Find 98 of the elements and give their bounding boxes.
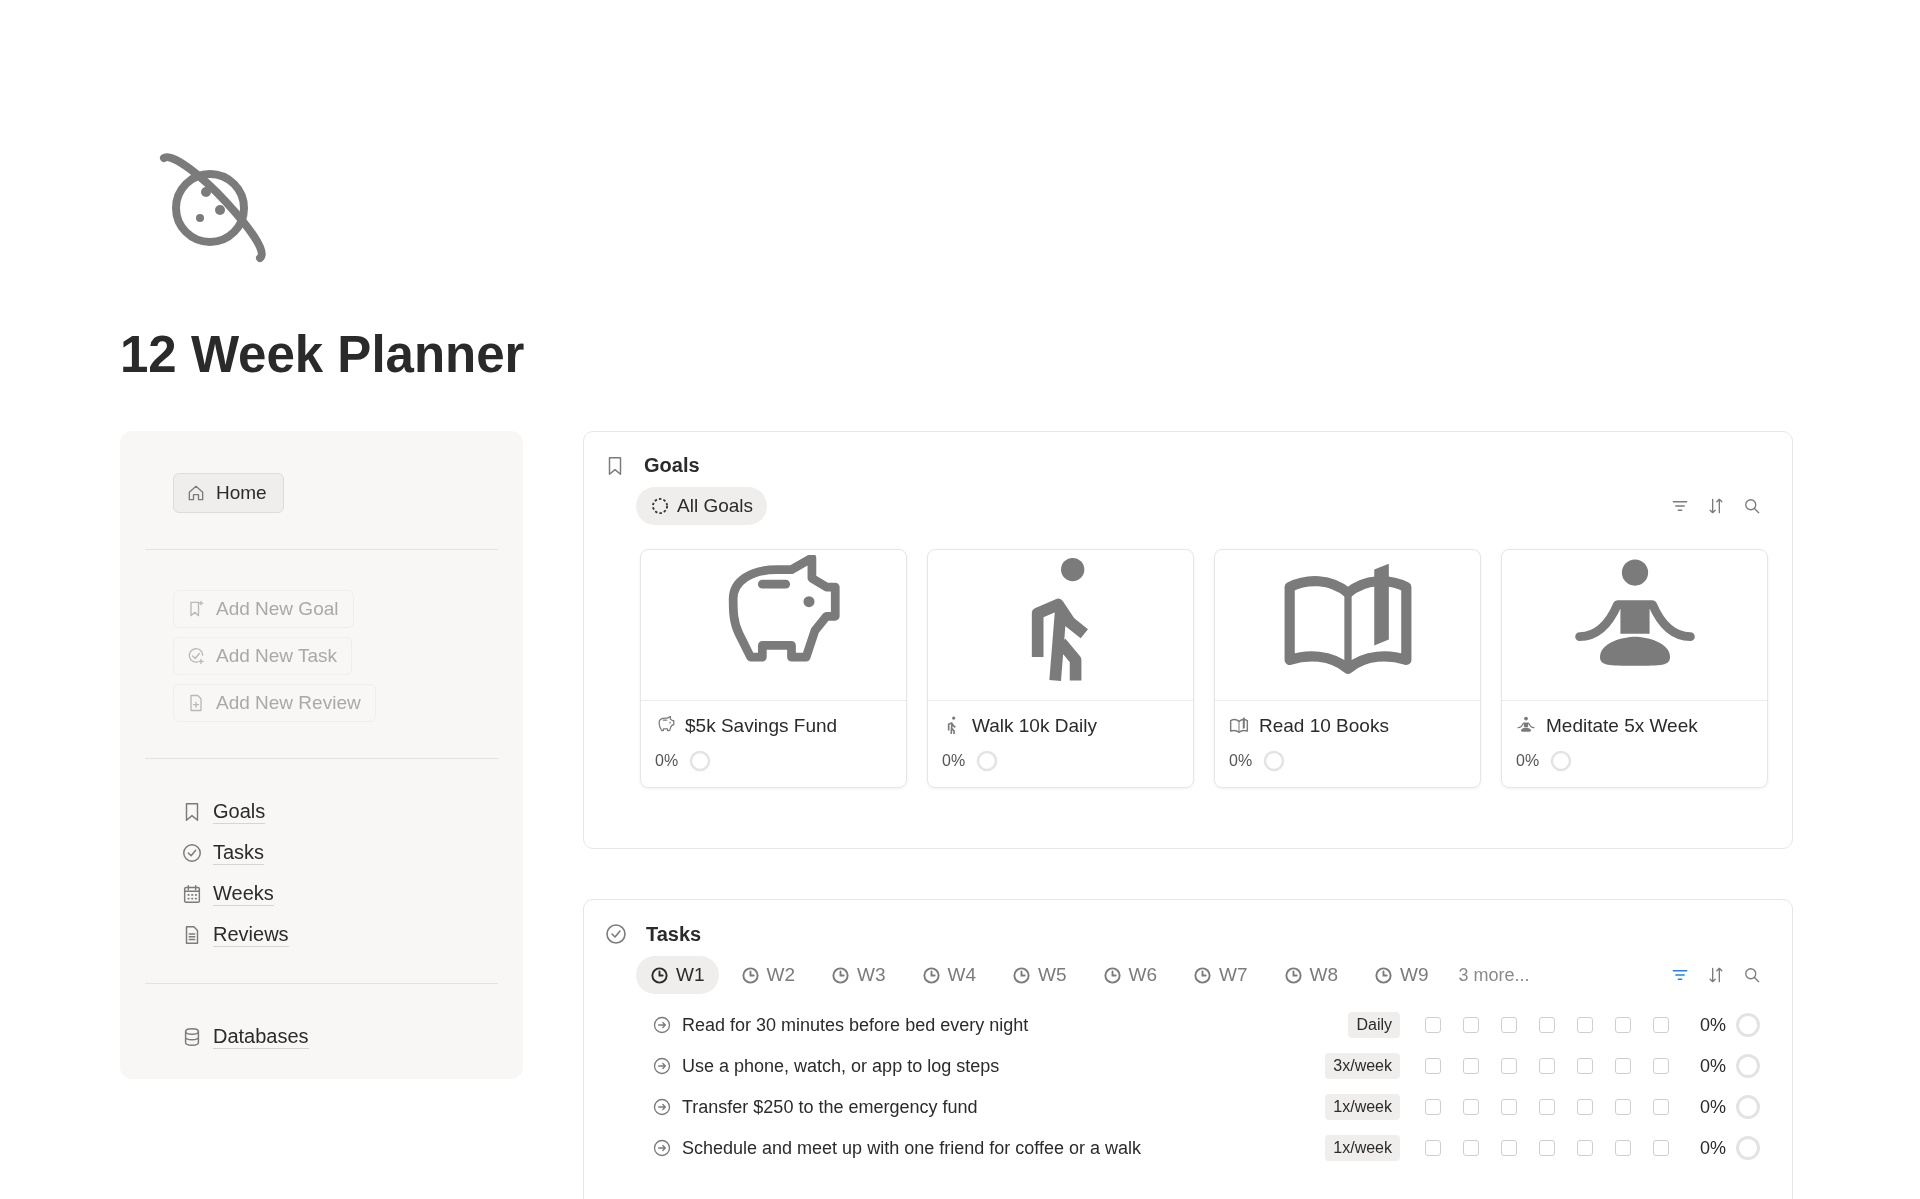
- panel-title: Tasks: [646, 922, 702, 946]
- clock-icon: [921, 965, 941, 985]
- arrow-circle-icon: [652, 1138, 672, 1159]
- sidebar-link[interactable]: Reviews: [213, 922, 289, 948]
- home-button[interactable]: Home: [173, 473, 284, 514]
- checkbox[interactable]: [1463, 1017, 1479, 1034]
- checkbox[interactable]: [1653, 1099, 1669, 1116]
- goal-title: Read 10 Books: [1259, 715, 1389, 738]
- progress-ring-icon: [1734, 1134, 1762, 1163]
- sidebar-link[interactable]: Weeks: [213, 881, 274, 907]
- more-tabs-link[interactable]: 3 more...: [1458, 964, 1530, 986]
- check-circle-icon: [604, 922, 628, 947]
- checkbox[interactable]: [1615, 1017, 1631, 1034]
- task-text: Use a phone, watch, or app to log steps: [682, 1055, 1001, 1077]
- progress-ring-icon: [1734, 1011, 1762, 1040]
- week-tab[interactable]: W7: [1179, 956, 1262, 995]
- frequency-tag: 1x/week: [1325, 1094, 1400, 1121]
- page-title: 12 Week Planner: [120, 325, 525, 385]
- checkbox[interactable]: [1425, 1099, 1441, 1116]
- progress-percent: 0%: [1700, 1137, 1726, 1159]
- week-tab[interactable]: W6: [1088, 956, 1171, 995]
- progress-percent: 0%: [1700, 1014, 1726, 1036]
- clock-icon: [1193, 965, 1212, 985]
- progress-ring-icon: [975, 749, 1000, 774]
- calendar-icon: [181, 882, 203, 905]
- week-tab[interactable]: W8: [1269, 956, 1352, 995]
- clock-icon: [650, 965, 669, 985]
- task-text: Schedule and meet up with one friend for coffee or a walk: [682, 1137, 1142, 1159]
- week-tab[interactable]: W1: [636, 956, 719, 995]
- goal-title: Walk 10k Daily: [972, 715, 1097, 738]
- checkbox[interactable]: [1501, 1099, 1517, 1116]
- checkbox[interactable]: [1539, 1099, 1555, 1116]
- checkbox[interactable]: [1577, 1017, 1593, 1034]
- check-plus-icon: [186, 646, 206, 667]
- clock-icon: [831, 965, 850, 985]
- arrow-circle-icon: [652, 1056, 672, 1077]
- frequency-tag: Daily: [1348, 1012, 1400, 1039]
- frequency-tag: 3x/week: [1325, 1053, 1400, 1080]
- checkbox[interactable]: [1615, 1140, 1631, 1157]
- goal-title: Meditate 5x Week: [1546, 715, 1698, 738]
- arrow-circle-icon: [652, 1015, 672, 1036]
- checkbox[interactable]: [1539, 1140, 1555, 1157]
- clock-icon: [1012, 965, 1031, 985]
- checkbox[interactable]: [1425, 1058, 1441, 1075]
- arrow-circle-icon: [652, 1097, 672, 1118]
- checkbox[interactable]: [1425, 1017, 1441, 1034]
- task-text: Transfer $250 to the emergency fund: [682, 1096, 979, 1118]
- sidebar-link[interactable]: Goals: [213, 799, 266, 825]
- progress-ring-icon: [688, 749, 713, 774]
- checkbox[interactable]: [1463, 1140, 1479, 1157]
- checkbox[interactable]: [1577, 1058, 1593, 1075]
- checkbox[interactable]: [1501, 1140, 1517, 1157]
- checkbox[interactable]: [1577, 1099, 1593, 1116]
- checkbox[interactable]: [1615, 1099, 1631, 1116]
- week-tab[interactable]: W9: [1360, 956, 1443, 995]
- goal-title: $5k Savings Fund: [685, 715, 838, 738]
- panel-title: Goals: [644, 454, 700, 478]
- progress-percent: 0%: [1700, 1055, 1726, 1077]
- week-tab[interactable]: W5: [998, 956, 1081, 995]
- clock-icon: [1102, 965, 1122, 985]
- progress-ring-icon: [1262, 749, 1287, 774]
- checkbox[interactable]: [1501, 1017, 1517, 1034]
- goal-card[interactable]: $5k Savings Fund 0%: [640, 549, 907, 789]
- progress-percent: 0%: [655, 752, 679, 771]
- checkbox[interactable]: [1577, 1140, 1593, 1157]
- sidebar-link[interactable]: Databases: [213, 1024, 309, 1050]
- dashed-circle-icon: [650, 496, 670, 517]
- checkbox[interactable]: [1653, 1017, 1669, 1034]
- sidebar-link[interactable]: Tasks: [213, 840, 265, 866]
- checkbox[interactable]: [1425, 1140, 1441, 1157]
- week-tab[interactable]: W2: [726, 956, 809, 995]
- checkbox[interactable]: [1463, 1058, 1479, 1075]
- week-tab[interactable]: W3: [817, 956, 900, 995]
- checkbox[interactable]: [1539, 1017, 1555, 1034]
- progress-ring-icon: [1734, 1093, 1762, 1122]
- checkbox[interactable]: [1653, 1140, 1669, 1157]
- checkbox[interactable]: [1539, 1058, 1555, 1075]
- check-circle-icon: [181, 841, 203, 864]
- goal-card[interactable]: Walk 10k Daily 0%: [927, 549, 1194, 789]
- checkbox[interactable]: [1653, 1058, 1669, 1075]
- goal-card[interactable]: Read 10 Books 0%: [1214, 549, 1481, 789]
- progress-percent: 0%: [1229, 752, 1253, 771]
- clock-icon: [1374, 965, 1393, 985]
- progress-ring-icon: [1734, 1052, 1762, 1081]
- clock-icon: [1283, 965, 1303, 985]
- progress-percent: 0%: [1516, 752, 1540, 771]
- view-tab[interactable]: All Goals: [636, 487, 768, 526]
- clock-icon: [740, 965, 760, 985]
- progress-ring-icon: [1549, 749, 1574, 774]
- week-tab[interactable]: W4: [907, 956, 990, 995]
- progress-percent: 0%: [942, 752, 966, 771]
- checkbox[interactable]: [1463, 1099, 1479, 1116]
- goal-card[interactable]: Meditate 5x Week 0%: [1501, 549, 1768, 789]
- checkbox[interactable]: [1615, 1058, 1631, 1075]
- task-text: Read for 30 minutes before bed every night: [682, 1014, 1030, 1036]
- progress-percent: 0%: [1700, 1096, 1726, 1118]
- checkbox[interactable]: [1501, 1058, 1517, 1075]
- frequency-tag: 1x/week: [1325, 1135, 1400, 1162]
